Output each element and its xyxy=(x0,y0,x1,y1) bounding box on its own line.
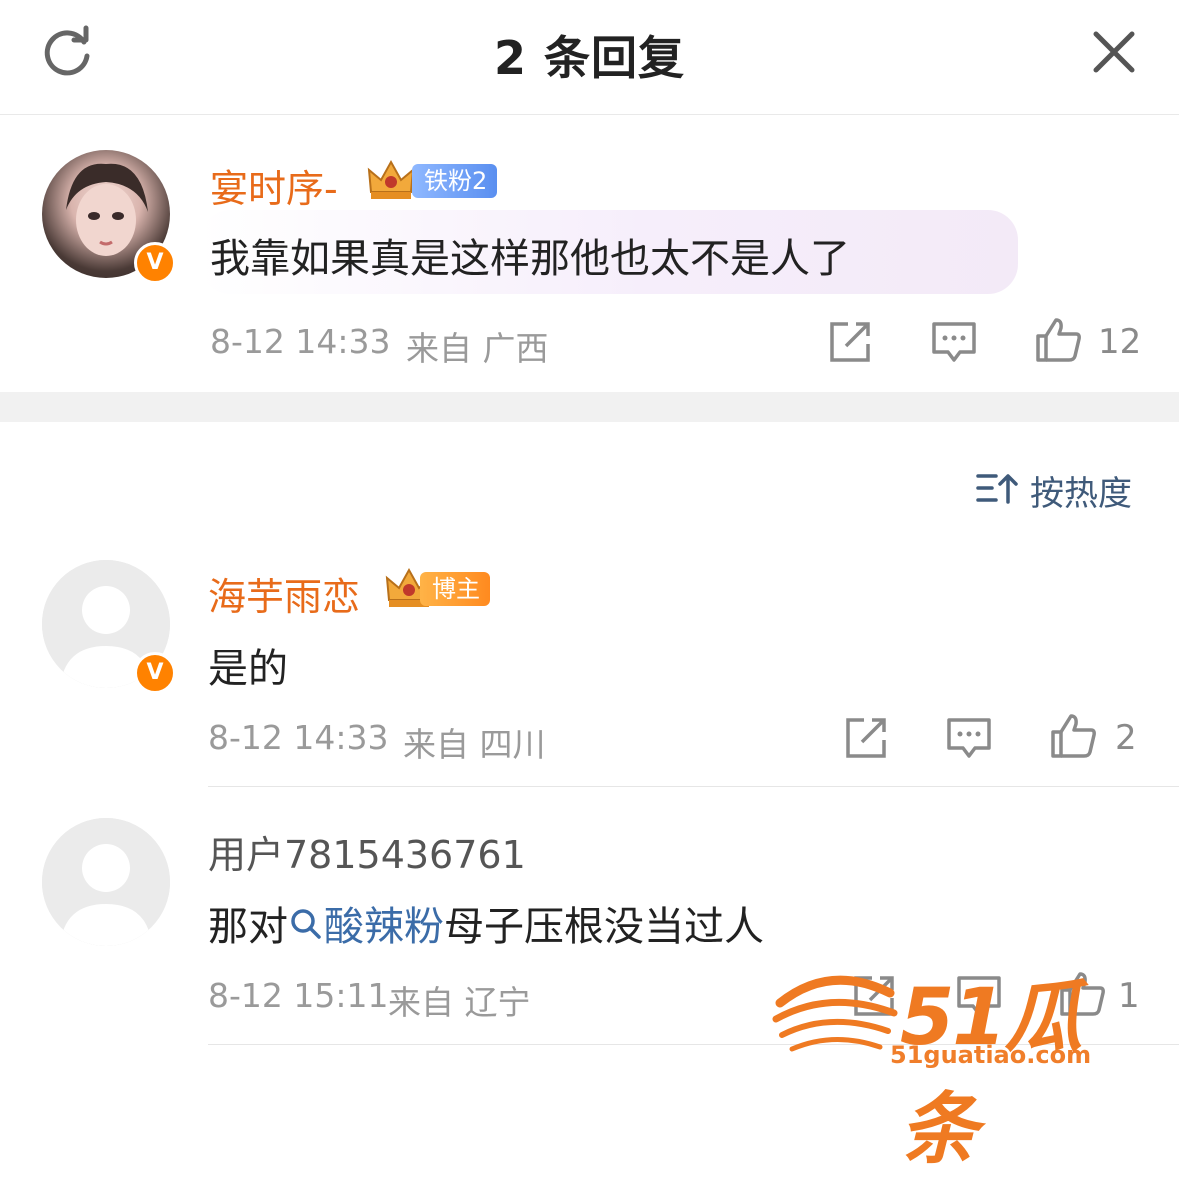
search-icon xyxy=(291,909,321,939)
share-icon[interactable] xyxy=(842,714,890,762)
comment-location: 来自 广西 xyxy=(406,329,549,368)
search-term: 酸辣粉 xyxy=(324,904,444,950)
sort-label: 按热度 xyxy=(1030,474,1132,514)
avatar[interactable] xyxy=(42,818,170,946)
close-icon[interactable] xyxy=(1086,24,1142,80)
reply-date: 8-12 15:11 xyxy=(208,976,389,1015)
comment-icon[interactable] xyxy=(930,318,978,366)
verified-badge: V xyxy=(134,242,176,284)
fan-level-badge: 铁粉2 xyxy=(412,164,498,198)
section-divider xyxy=(0,392,1179,422)
comment-date: 8-12 14:33 xyxy=(210,322,391,361)
watermark: 51瓜条 51guatiao.com xyxy=(770,955,1150,1175)
reply-separator xyxy=(208,786,1179,787)
reply-text: 那对 酸辣粉母子压根没当过人 xyxy=(208,894,764,952)
reply-text-after: 母子压根没当过人 xyxy=(444,904,764,950)
share-icon[interactable] xyxy=(826,318,874,366)
host-badge: 博主 xyxy=(420,572,490,606)
watermark-logo-icon xyxy=(772,975,898,1052)
sort-icon xyxy=(976,474,1018,504)
reply-text: 是的 xyxy=(208,646,288,692)
reply-text-before: 那对 xyxy=(208,904,288,950)
watermark-domain: 51guatiao.com xyxy=(890,1041,1092,1069)
reply-location: 来自 辽宁 xyxy=(388,983,531,1022)
crown-icon xyxy=(367,159,415,199)
like-count: 2 xyxy=(1115,718,1137,758)
comment-icon[interactable] xyxy=(945,714,993,762)
like-icon[interactable] xyxy=(1034,316,1082,364)
comment-text: 我靠如果真是这样那他也太不是人了 xyxy=(210,236,850,282)
header: 2 条回复 xyxy=(0,0,1179,115)
like-icon[interactable] xyxy=(1049,712,1097,760)
verified-badge: V xyxy=(134,652,176,694)
username[interactable]: 用户7815436761 xyxy=(208,824,526,879)
default-avatar-icon xyxy=(42,818,170,946)
reply-location: 来自 四川 xyxy=(403,725,546,764)
username[interactable]: 宴时序- xyxy=(210,158,338,213)
reply-date: 8-12 14:33 xyxy=(208,718,389,757)
username[interactable]: 海芋雨恋 xyxy=(208,566,360,621)
search-link[interactable]: 酸辣粉 xyxy=(288,904,444,950)
page-title: 2 条回复 xyxy=(493,31,686,85)
like-count: 12 xyxy=(1098,322,1142,362)
